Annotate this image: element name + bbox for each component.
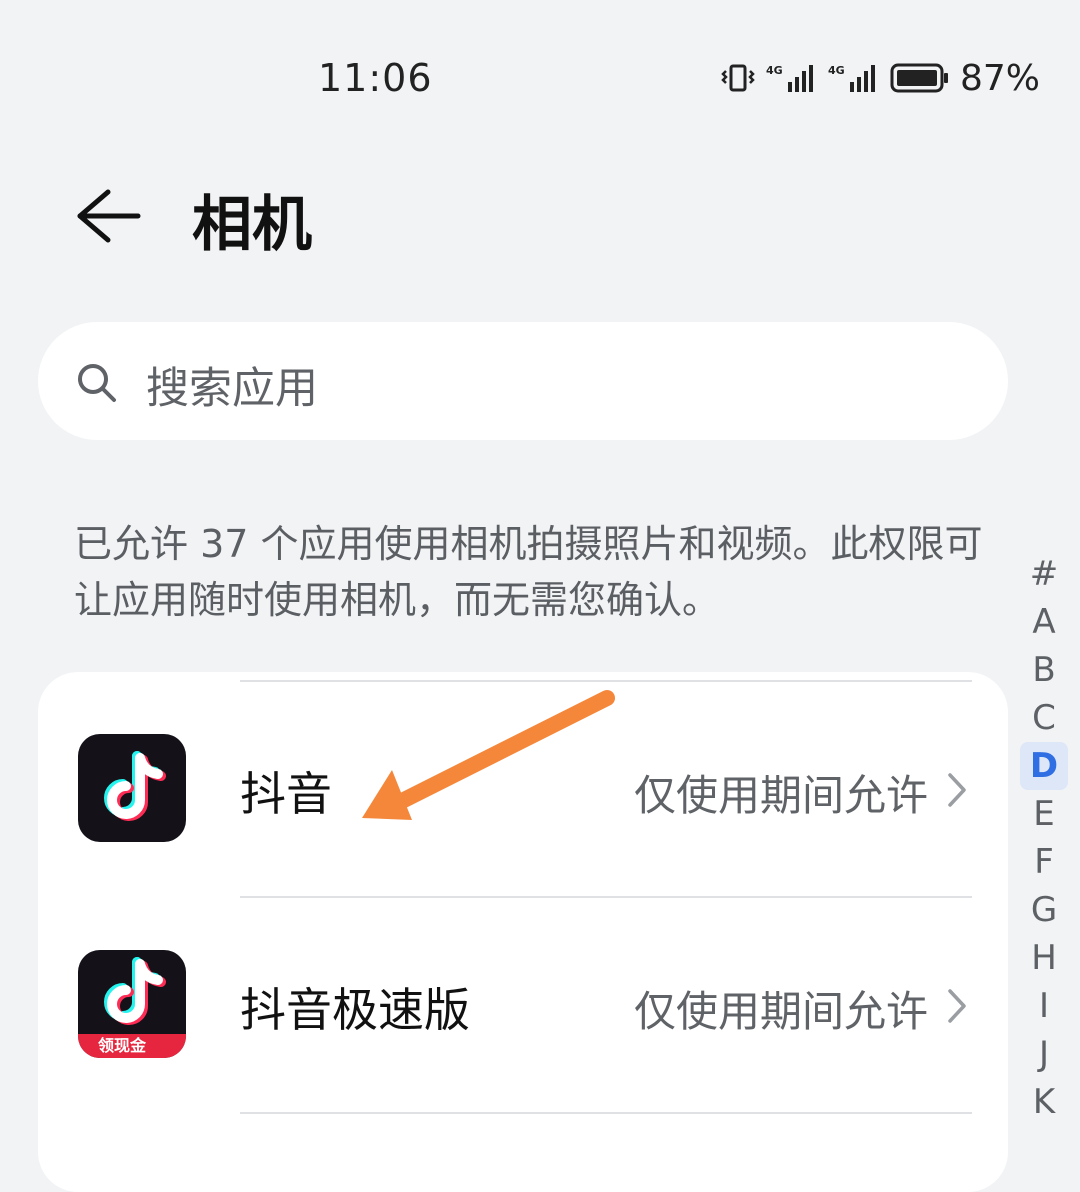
battery-percent: 87% [959,57,1040,99]
douyin-icon [78,734,186,842]
douyin-lite-icon: 领现金 [78,950,186,1058]
app-list: 抖音 仅使用期间允许 领现金 抖音极速版 仅使用期间允许 [38,672,1008,1192]
index-letter[interactable]: B [1020,646,1068,694]
status-icons: 4G 4G 87% [720,57,1040,99]
alphabet-index[interactable]: # A B C D E F G H I J K [1020,550,1068,1126]
index-letter[interactable]: C [1020,694,1068,742]
page-title: 相机 [192,190,312,260]
list-item-douyin[interactable]: 抖音 仅使用期间允许 [38,672,1008,886]
icon-badge: 领现金 [78,1034,186,1058]
status-time: 11:06 [318,56,433,100]
app-name: 抖音极速版 [240,983,470,1037]
chevron-right-icon [946,772,968,812]
index-letter[interactable]: F [1020,838,1068,886]
permission-status: 仅使用期间允许 [633,987,928,1036]
index-letter[interactable]: A [1020,598,1068,646]
index-letter[interactable]: G [1020,886,1068,934]
list-item-douyin-lite[interactable]: 领现金 抖音极速版 仅使用期间允许 [38,888,1008,1102]
index-letter[interactable]: J [1020,1030,1068,1078]
svg-text:4G: 4G [828,64,845,77]
permission-status: 仅使用期间允许 [633,771,928,820]
search-input[interactable]: 搜索应用 [38,322,1008,440]
index-letter[interactable]: E [1020,790,1068,838]
vibrate-icon [720,63,756,93]
search-placeholder: 搜索应用 [146,364,318,414]
search-icon [76,362,118,408]
permission-description: 已允许 37 个应用使用相机拍摄照片和视频。此权限可让应用随时使用相机，而无需您… [74,522,983,622]
index-letter[interactable]: D [1020,742,1068,790]
index-letter[interactable]: H [1020,934,1068,982]
app-name: 抖音 [240,767,332,821]
chevron-right-icon [946,988,968,1028]
signal-4g-icon-2: 4G [828,62,880,94]
back-button[interactable] [72,178,148,254]
index-letter[interactable]: K [1020,1078,1068,1126]
svg-text:4G: 4G [766,64,783,77]
status-bar: 11:06 4G 4G 87% [0,0,1080,140]
divider [240,1112,972,1114]
signal-4g-icon-1: 4G [766,62,818,94]
index-letter[interactable]: I [1020,982,1068,1030]
battery-icon [890,62,950,94]
index-letter[interactable]: # [1020,550,1068,598]
back-arrow-icon [77,189,141,243]
